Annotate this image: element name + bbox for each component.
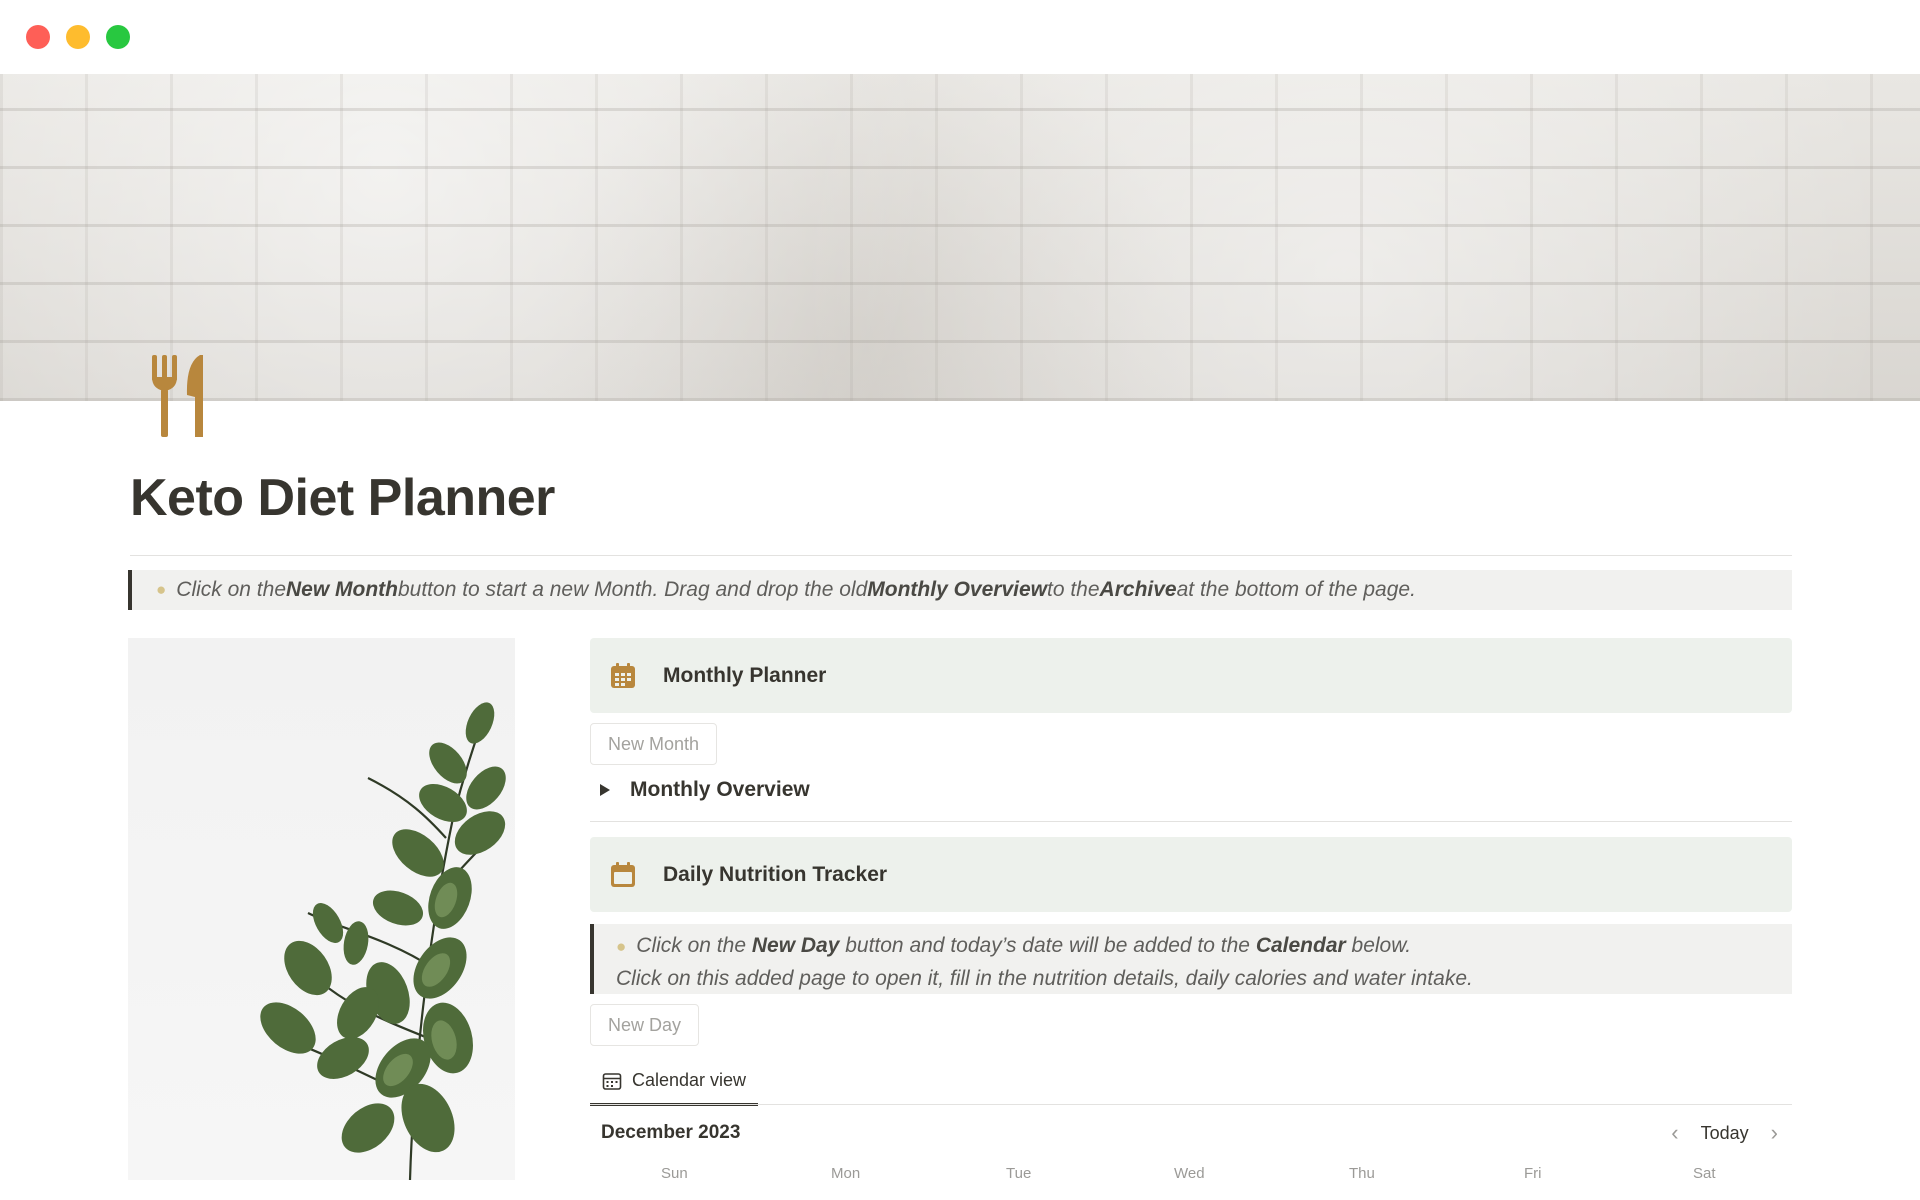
calendar-month-label: December 2023 xyxy=(601,1122,741,1143)
toggle-triangle-icon[interactable] xyxy=(600,784,610,796)
chevron-right-icon[interactable]: › xyxy=(1771,1120,1778,1146)
new-month-button[interactable]: New Month xyxy=(590,723,718,765)
minimize-window-button[interactable] xyxy=(66,25,90,49)
calendar-grid-icon xyxy=(611,662,635,688)
monthly-overview-toggle[interactable]: Monthly Overview xyxy=(600,778,810,802)
lightbulb-icon: ● xyxy=(156,580,167,599)
page-title: Keto Diet Planner xyxy=(130,469,555,527)
weekday-label: Wed xyxy=(1174,1165,1205,1181)
tab-calendar-view[interactable]: Calendar view xyxy=(590,1058,759,1106)
tab-calendar-view-label[interactable]: Calendar view xyxy=(632,1070,746,1091)
maximize-window-button[interactable] xyxy=(106,25,130,49)
calendar-navigation: ‹ Today › xyxy=(1671,1120,1778,1146)
divider xyxy=(130,555,1792,556)
weekday-label: Thu xyxy=(1349,1165,1375,1181)
instruction-callout: ● Click on the New Month button to start… xyxy=(128,570,1792,610)
monthly-planner-header: Monthly Planner xyxy=(590,638,1792,713)
calendar-weekday-header: Sun Mon Tue Wed Thu Fri Sat xyxy=(590,1165,1792,1181)
divider xyxy=(590,1104,1792,1105)
page-cover-image[interactable] xyxy=(0,74,1920,401)
window-titlebar xyxy=(0,0,1920,74)
calendar-icon xyxy=(611,861,635,887)
weekday-label: Sun xyxy=(661,1165,688,1181)
today-button[interactable]: Today xyxy=(1701,1123,1749,1144)
monthly-planner-heading: Monthly Planner xyxy=(663,663,827,687)
eucalyptus-image xyxy=(128,638,515,1180)
monthly-overview-label[interactable]: Monthly Overview xyxy=(630,778,810,802)
weekday-label: Mon xyxy=(831,1165,861,1181)
divider xyxy=(590,821,1792,822)
new-day-button[interactable]: New Day xyxy=(590,1004,700,1046)
weekday-label: Fri xyxy=(1524,1165,1542,1181)
close-window-button[interactable] xyxy=(26,25,50,49)
weekday-label: Tue xyxy=(1006,1165,1032,1181)
daily-nutrition-header: Daily Nutrition Tracker xyxy=(590,837,1792,912)
calendar-view-icon xyxy=(602,1072,622,1090)
lightbulb-icon: ● xyxy=(616,937,627,956)
chevron-left-icon[interactable]: ‹ xyxy=(1671,1120,1678,1146)
fork-knife-icon[interactable] xyxy=(150,355,212,437)
weekday-label: Sat xyxy=(1693,1165,1716,1181)
daily-nutrition-heading: Daily Nutrition Tracker xyxy=(663,862,888,886)
daily-instruction-callout: ● Click on the New Day button and today’s… xyxy=(590,924,1792,994)
